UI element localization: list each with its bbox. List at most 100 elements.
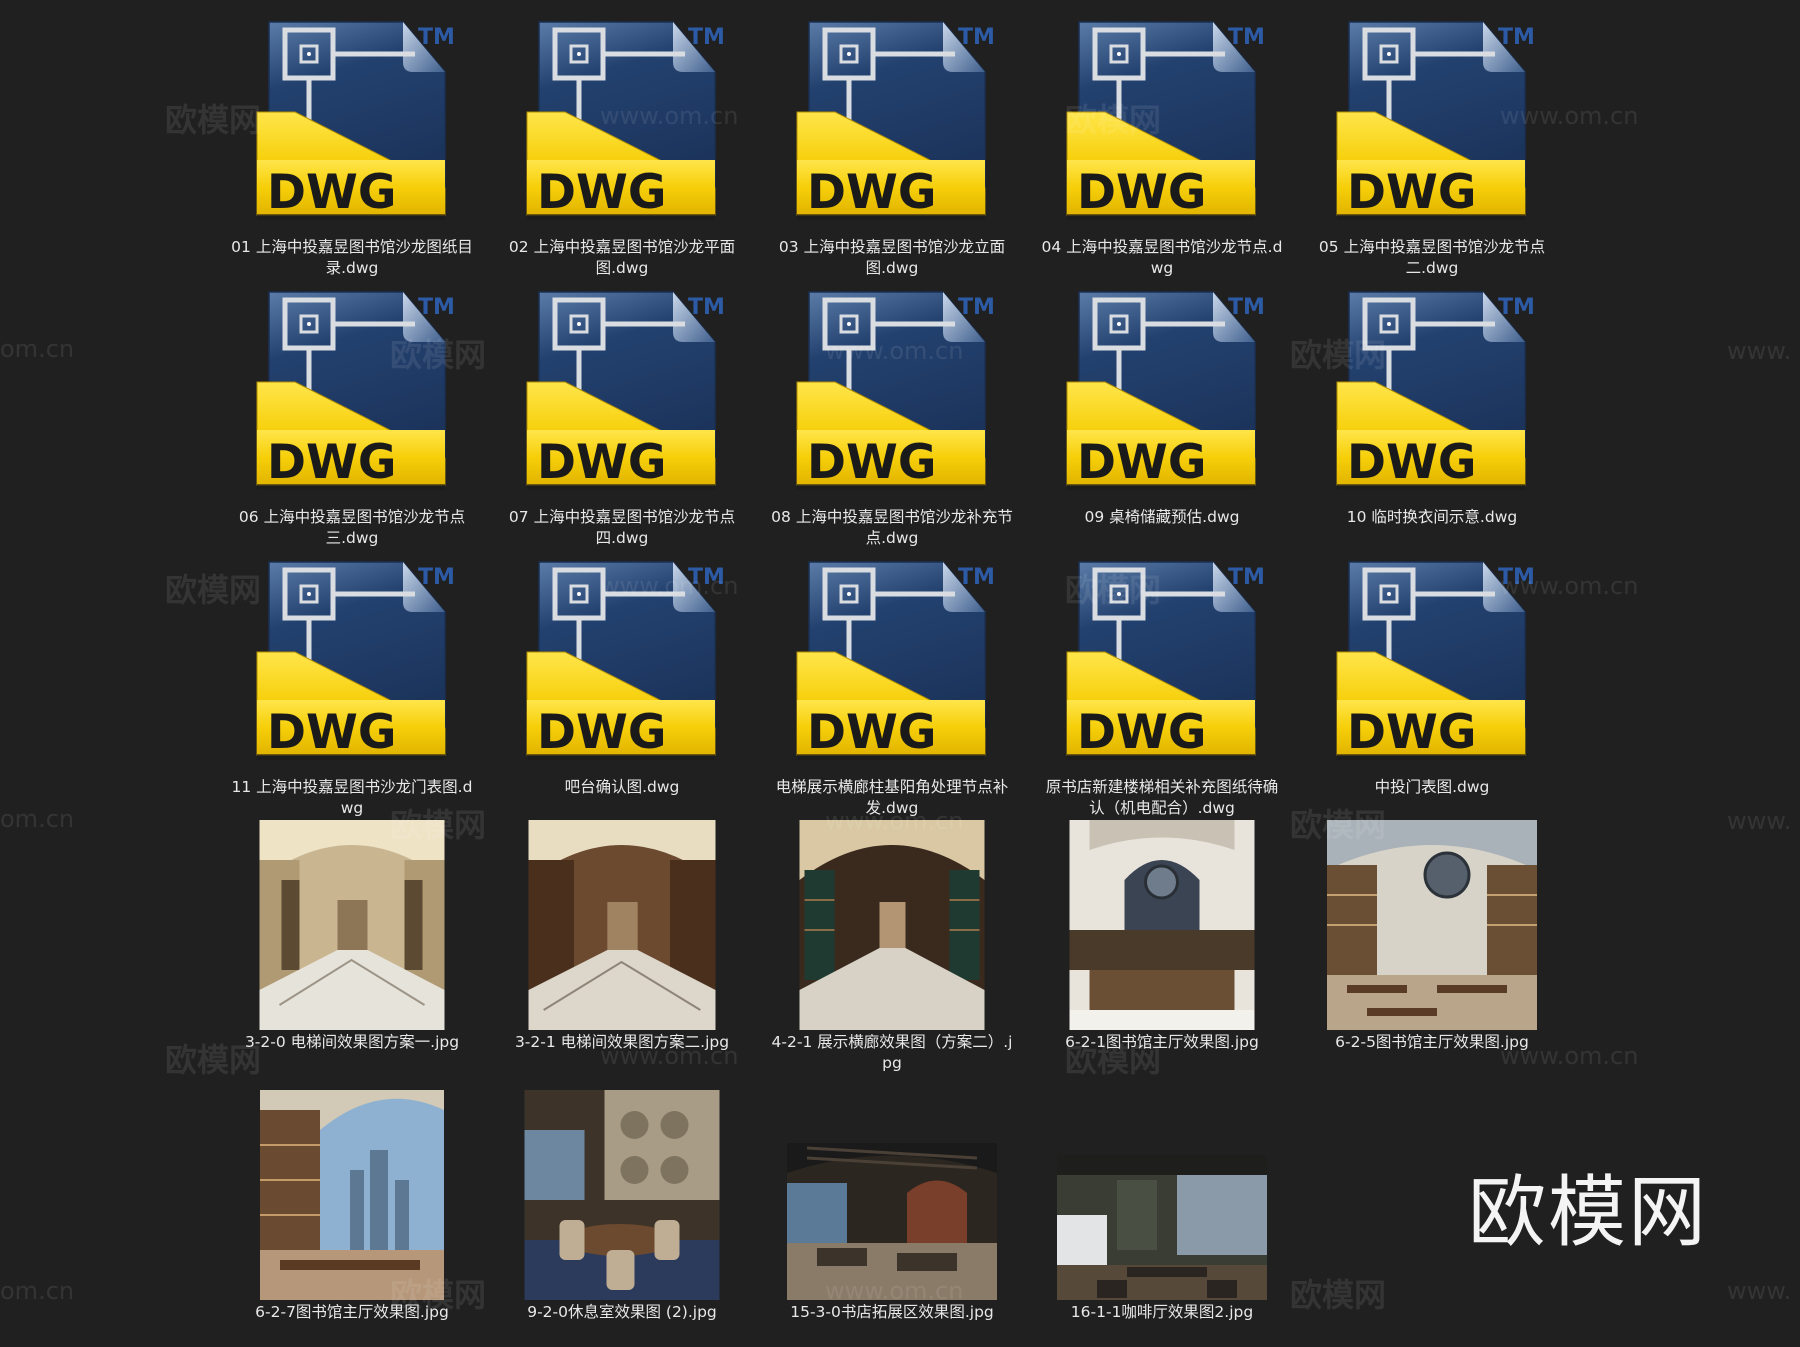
file-name-label: 3-2-0 电梯间效果图方案一.jpg: [244, 1033, 460, 1051]
file-name-label: 6-2-5图书馆主厅效果图.jpg: [1335, 1033, 1529, 1051]
dwg-badge-text: DWG: [807, 705, 936, 760]
watermark-url-partial: om.cn: [0, 335, 75, 363]
dwg-file-icon: DWG TM: [767, 20, 1017, 235]
file-name-label: 16-1-1咖啡厅效果图2.jpg: [1070, 1303, 1254, 1321]
dwg-file-icon: DWG TM: [1307, 560, 1557, 775]
image-thumbnail: [787, 1143, 997, 1300]
file-name-label: 04 上海中投嘉昱图书馆沙龙节点.dwg: [1041, 238, 1283, 277]
file-item-dwg[interactable]: DWG TM 吧台确认图.dwg: [497, 560, 747, 798]
dwg-badge-text: DWG: [1077, 705, 1206, 760]
dwg-file-icon: DWG TM: [1307, 290, 1557, 505]
file-name-label: 原书店新建楼梯相关补充图纸待确认（机电配合）.dwg: [1045, 778, 1279, 817]
file-item-jpg[interactable]: 3-2-0 电梯间效果图方案一.jpg: [227, 815, 477, 1053]
file-name-label: 09 桌椅储藏预估.dwg: [1084, 508, 1240, 526]
file-item-dwg[interactable]: DWG TM 08 上海中投嘉昱图书馆沙龙补充节点.dwg: [767, 290, 1017, 549]
file-item-dwg[interactable]: DWG TM 11 上海中投嘉昱图书沙龙门表图.dwg: [227, 560, 477, 819]
svg-text:TM: TM: [1498, 565, 1535, 590]
file-name-label: 电梯展示横廊柱基阳角处理节点补发.dwg: [775, 778, 1009, 817]
svg-text:TM: TM: [958, 295, 995, 320]
dwg-file-icon: DWG TM: [1037, 290, 1287, 505]
image-thumbnail: [1327, 820, 1537, 1030]
file-name-label: 11 上海中投嘉昱图书沙龙门表图.dwg: [231, 778, 473, 817]
dwg-badge-text: DWG: [807, 435, 936, 490]
svg-text:TM: TM: [1498, 25, 1535, 50]
brand-logo-watermark: 欧模网: [1468, 1168, 1709, 1258]
dwg-badge-text: DWG: [807, 165, 936, 220]
svg-text:TM: TM: [418, 295, 455, 320]
watermark-url-partial: om.cn: [0, 1277, 75, 1305]
file-name-label: 03 上海中投嘉昱图书馆沙龙立面图.dwg: [778, 238, 1006, 277]
watermark-url-partial: www.: [1727, 337, 1792, 365]
file-item-dwg[interactable]: DWG TM 中投门表图.dwg: [1307, 560, 1557, 798]
image-thumbnail: [1057, 1155, 1267, 1300]
file-item-dwg[interactable]: DWG TM 07 上海中投嘉昱图书馆沙龙节点四.dwg: [497, 290, 747, 549]
file-item-jpg[interactable]: 6-2-7图书馆主厅效果图.jpg: [227, 1085, 477, 1323]
svg-text:TM: TM: [418, 565, 455, 590]
file-item-jpg[interactable]: 15-3-0书店拓展区效果图.jpg: [767, 1085, 1017, 1323]
dwg-file-icon: DWG TM: [497, 290, 747, 505]
dwg-file-icon: DWG TM: [497, 20, 747, 235]
watermark-url-partial: www.: [1727, 807, 1792, 835]
file-item-dwg[interactable]: DWG TM 01 上海中投嘉昱图书馆沙龙图纸目录.dwg: [227, 20, 477, 279]
dwg-badge-text: DWG: [537, 165, 666, 220]
dwg-badge-text: DWG: [1347, 165, 1476, 220]
watermark-url-partial: www.: [1727, 1277, 1792, 1305]
svg-text:TM: TM: [1498, 295, 1535, 320]
file-name-label: 01 上海中投嘉昱图书馆沙龙图纸目录.dwg: [231, 238, 473, 277]
dwg-file-icon: DWG TM: [1307, 20, 1557, 235]
file-name-label: 07 上海中投嘉昱图书馆沙龙节点四.dwg: [508, 508, 736, 547]
image-thumbnail: [259, 820, 445, 1030]
file-item-jpg[interactable]: 4-2-1 展示横廊效果图（方案二）.jpg: [767, 815, 1017, 1074]
file-item-dwg[interactable]: DWG TM 10 临时换衣间示意.dwg: [1307, 290, 1557, 528]
dwg-file-icon: DWG TM: [1037, 20, 1287, 235]
file-name-label: 吧台确认图.dwg: [564, 778, 680, 796]
file-name-label: 9-2-0休息室效果图 (2).jpg: [527, 1303, 717, 1321]
dwg-badge-text: DWG: [1077, 435, 1206, 490]
file-item-dwg[interactable]: DWG TM 09 桌椅储藏预估.dwg: [1037, 290, 1287, 528]
file-item-dwg[interactable]: DWG TM 02 上海中投嘉昱图书馆沙龙平面图.dwg: [497, 20, 747, 279]
dwg-badge-text: DWG: [1347, 435, 1476, 490]
file-name-label: 6-2-7图书馆主厅效果图.jpg: [255, 1303, 449, 1321]
dwg-badge-text: DWG: [267, 165, 396, 220]
dwg-file-icon: DWG TM: [767, 560, 1017, 775]
file-name-label: 6-2-1图书馆主厅效果图.jpg: [1065, 1033, 1259, 1051]
svg-text:TM: TM: [1228, 295, 1265, 320]
svg-text:TM: TM: [688, 295, 725, 320]
file-item-dwg[interactable]: DWG TM 04 上海中投嘉昱图书馆沙龙节点.dwg: [1037, 20, 1287, 279]
file-name-label: 4-2-1 展示横廊效果图（方案二）.jpg: [771, 1033, 1013, 1072]
dwg-file-icon: DWG TM: [1037, 560, 1287, 775]
svg-text:TM: TM: [958, 565, 995, 590]
file-name-label: 15-3-0书店拓展区效果图.jpg: [790, 1303, 994, 1321]
file-item-dwg[interactable]: DWG TM 06 上海中投嘉昱图书馆沙龙节点三.dwg: [227, 290, 477, 549]
file-name-label: 06 上海中投嘉昱图书馆沙龙节点三.dwg: [238, 508, 466, 547]
dwg-file-icon: DWG TM: [497, 560, 747, 775]
dwg-badge-text: DWG: [267, 435, 396, 490]
svg-text:TM: TM: [418, 25, 455, 50]
file-item-jpg[interactable]: 3-2-1 电梯间效果图方案二.jpg: [497, 815, 747, 1053]
file-item-dwg[interactable]: DWG TM 原书店新建楼梯相关补充图纸待确认（机电配合）.dwg: [1037, 560, 1287, 819]
svg-text:TM: TM: [1228, 25, 1265, 50]
svg-text:TM: TM: [688, 25, 725, 50]
image-thumbnail: [260, 1090, 444, 1300]
file-item-jpg[interactable]: 6-2-1图书馆主厅效果图.jpg: [1037, 815, 1287, 1053]
file-item-jpg[interactable]: 6-2-5图书馆主厅效果图.jpg: [1307, 815, 1557, 1053]
file-item-dwg[interactable]: DWG TM 电梯展示横廊柱基阳角处理节点补发.dwg: [767, 560, 1017, 819]
image-thumbnail: [524, 1090, 720, 1300]
file-item-dwg[interactable]: DWG TM 05 上海中投嘉昱图书馆沙龙节点二.dwg: [1307, 20, 1557, 279]
dwg-badge-text: DWG: [537, 705, 666, 760]
file-name-label: 05 上海中投嘉昱图书馆沙龙节点二.dwg: [1318, 238, 1546, 277]
file-item-jpg[interactable]: 16-1-1咖啡厅效果图2.jpg: [1037, 1085, 1287, 1323]
dwg-badge-text: DWG: [537, 435, 666, 490]
dwg-file-icon: DWG TM: [227, 20, 477, 235]
file-name-label: 中投门表图.dwg: [1374, 778, 1490, 796]
image-thumbnail: [1069, 820, 1255, 1030]
dwg-file-icon: DWG TM: [227, 290, 477, 505]
file-item-jpg[interactable]: 9-2-0休息室效果图 (2).jpg: [497, 1085, 747, 1323]
file-name-label: 3-2-1 电梯间效果图方案二.jpg: [514, 1033, 730, 1051]
watermark-brand: 欧模网: [1290, 1276, 1387, 1314]
image-thumbnail: [799, 820, 985, 1030]
svg-text:TM: TM: [688, 565, 725, 590]
dwg-badge-text: DWG: [1347, 705, 1476, 760]
file-item-dwg[interactable]: DWG TM 03 上海中投嘉昱图书馆沙龙立面图.dwg: [767, 20, 1017, 279]
file-browser-view: DWG TM 01 上海中投嘉昱图书馆沙龙图纸目录.dwg DWG TM 02 …: [0, 0, 1800, 1347]
